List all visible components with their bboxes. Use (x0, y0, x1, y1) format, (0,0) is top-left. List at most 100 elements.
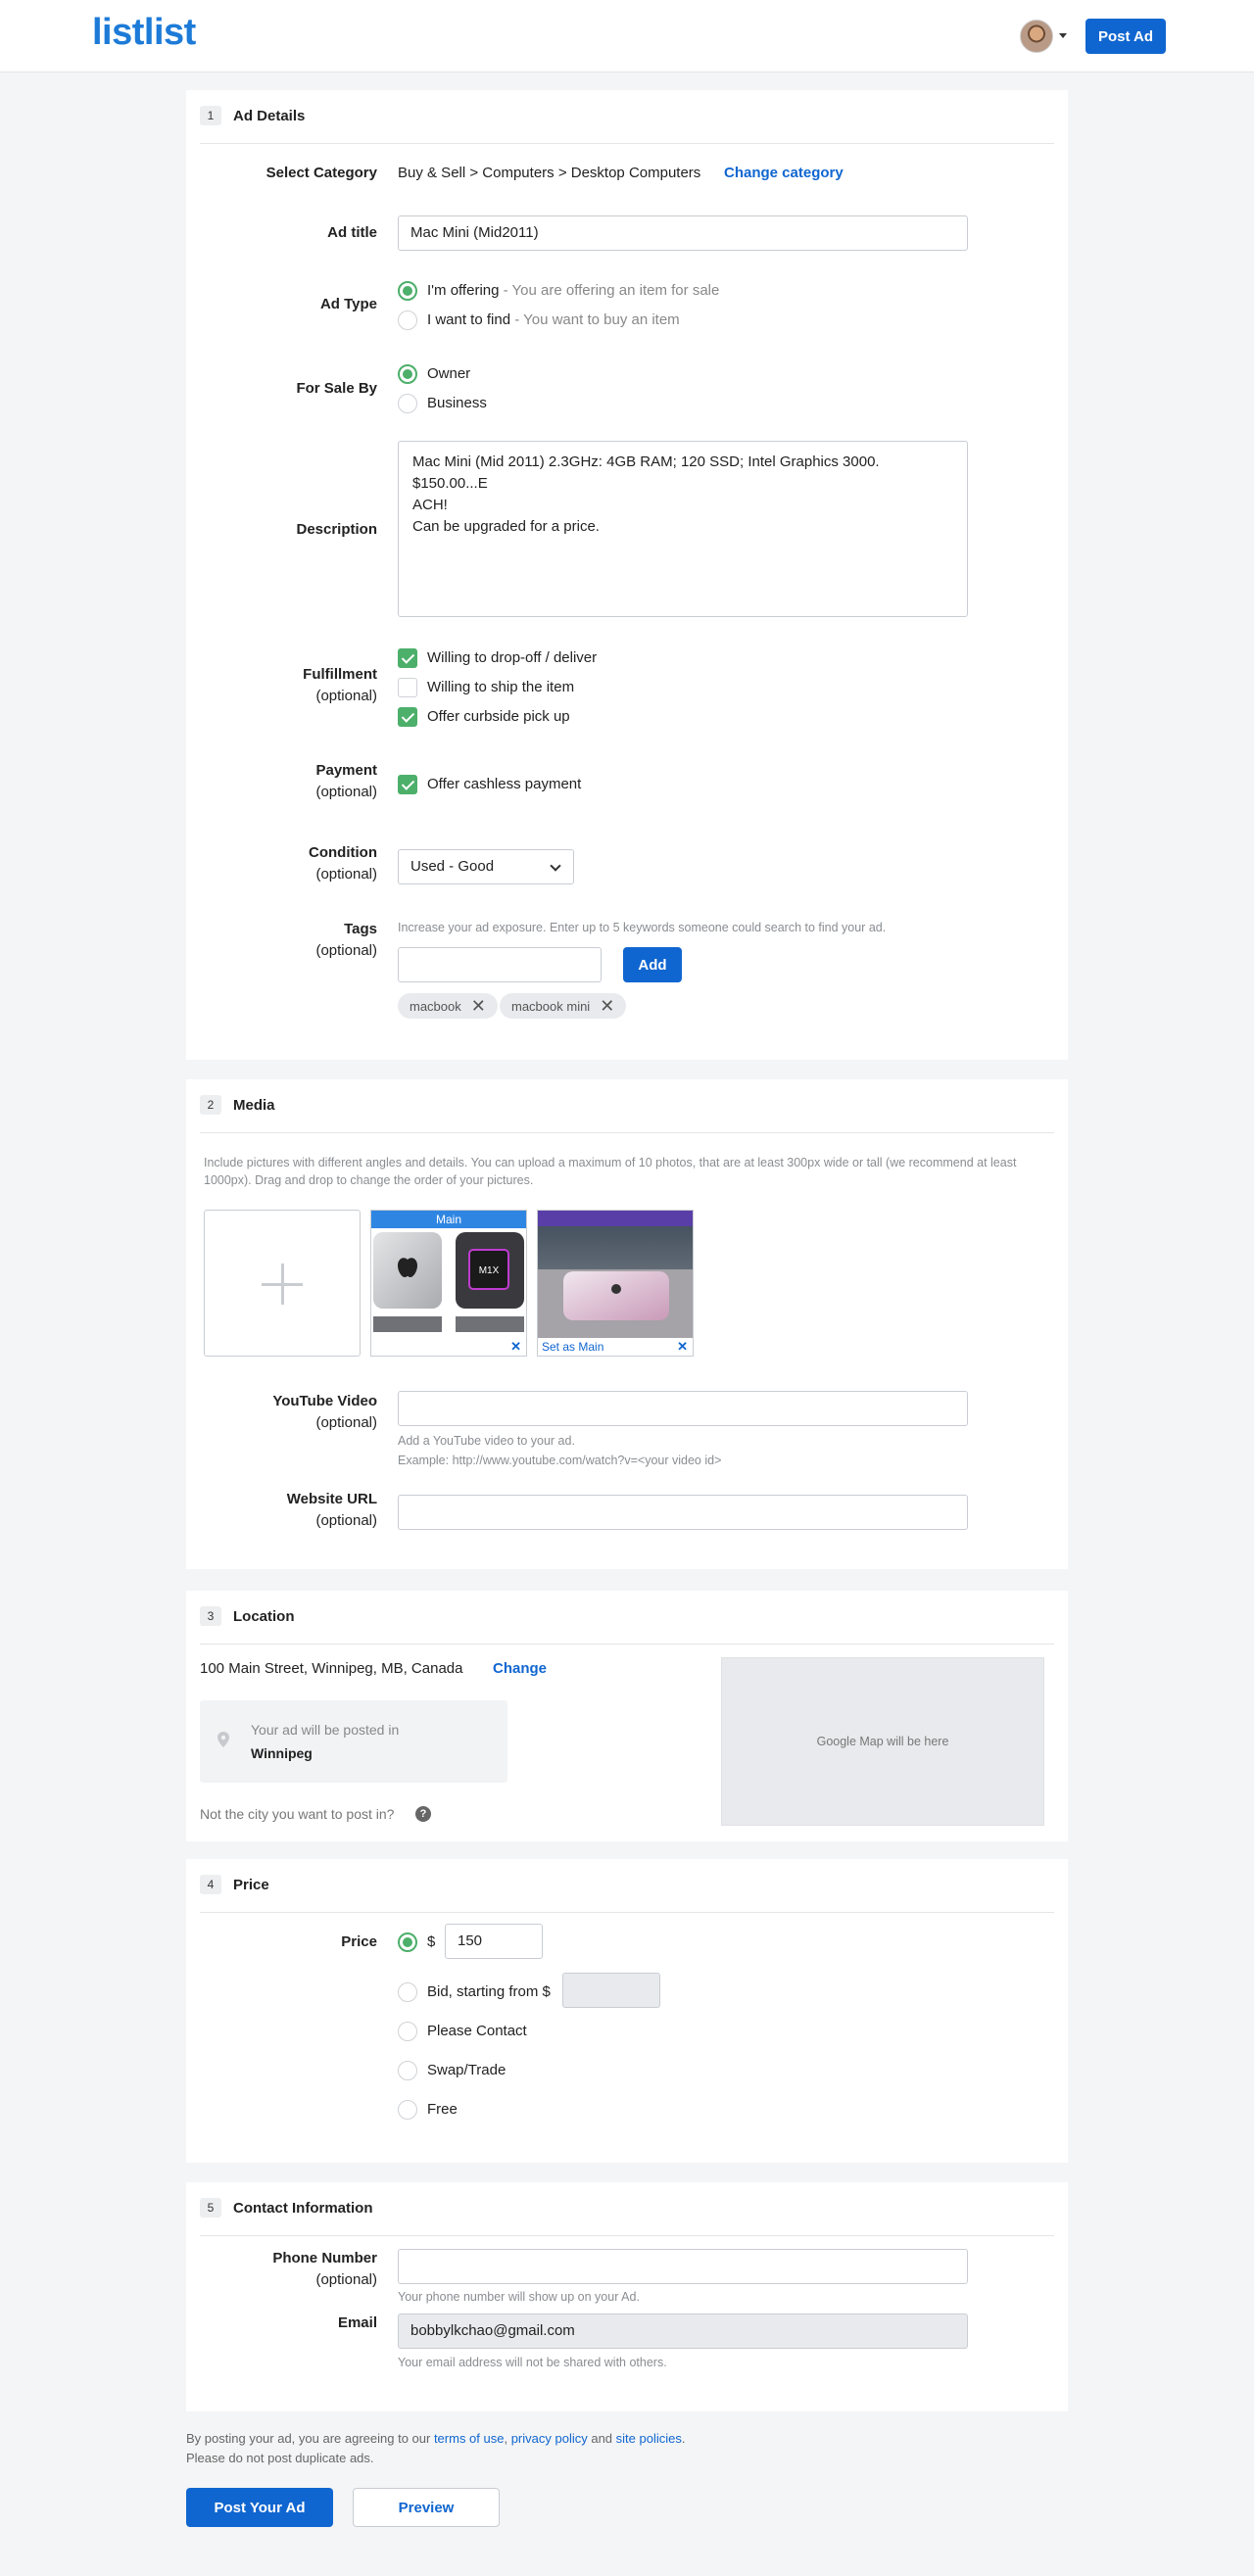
tags-input[interactable] (398, 947, 602, 982)
price-contact-radio[interactable] (398, 2022, 417, 2041)
condition-label: Condition (optional) (309, 844, 377, 883)
description-label: Description (296, 521, 377, 538)
price-free-option[interactable]: Free (427, 2100, 458, 2120)
mac-mini-desk-image (538, 1211, 693, 1338)
remove-photo-icon[interactable]: ✕ (510, 1339, 521, 1355)
tag-chip: macbook ✕ (398, 993, 498, 1019)
condition-select[interactable]: Used - Good (398, 849, 574, 884)
section-title: Price (233, 1876, 269, 1893)
help-icon[interactable]: ? (415, 1806, 431, 1822)
fulfillment-dropoff-checkbox[interactable] (398, 648, 417, 668)
post-ad-button[interactable]: Post Ad (1085, 19, 1166, 54)
remove-photo-icon[interactable]: ✕ (677, 1339, 688, 1355)
payment-label: Payment (optional) (315, 762, 377, 800)
price-contact-option[interactable]: Please Contact (427, 2022, 527, 2041)
price-swap-option[interactable]: Swap/Trade (427, 2061, 506, 2080)
user-avatar[interactable] (1020, 20, 1053, 53)
fulfillment-curbside-option[interactable]: Offer curbside pick up (427, 707, 570, 727)
payment-cashless-checkbox[interactable] (398, 775, 417, 794)
email-input[interactable]: bobbylkchao@gmail.com (398, 2314, 968, 2349)
add-tag-button[interactable]: Add (623, 947, 682, 982)
chip-label: M1X (479, 1265, 500, 1276)
ad-type-find-option[interactable]: I want to find - You want to buy an item (427, 310, 680, 330)
ad-details-section: 1 Ad Details Select Category Buy & Sell … (186, 90, 1068, 1060)
section-title: Contact Information (233, 2199, 373, 2217)
duplicate-note: Please do not post duplicate ads. (186, 2451, 374, 2465)
sale-by-business-option[interactable]: Business (427, 394, 487, 413)
category-value: Buy & Sell > Computers > Desktop Compute… (398, 165, 701, 181)
price-bid-radio[interactable] (398, 1982, 417, 2002)
photo-second[interactable]: Set as Main ✕ (537, 1210, 694, 1357)
sale-by-label: For Sale By (296, 380, 377, 397)
price-label: Price (341, 1933, 377, 1950)
post-your-ad-button[interactable]: Post Your Ad (186, 2488, 333, 2527)
main-label: Main (371, 1211, 526, 1228)
ad-type-offering-radio[interactable] (398, 281, 417, 301)
set-as-main-link[interactable]: Set as Main (538, 1338, 693, 1356)
chevron-down-icon (550, 860, 561, 872)
top-header: listlist Post Ad (0, 0, 1254, 72)
price-swap-radio[interactable] (398, 2061, 417, 2080)
sale-by-owner-option[interactable]: Owner (427, 364, 470, 384)
category-label: Select Category (265, 165, 377, 181)
map-placeholder: Google Map will be here (721, 1657, 1044, 1826)
tags-hint: Increase your ad exposure. Enter up to 5… (398, 921, 887, 934)
ad-type-offering-option[interactable]: I'm offering - You are offering an item … (427, 281, 719, 301)
map-pin-icon (217, 1732, 229, 1747)
terms-link[interactable]: terms of use (434, 2431, 505, 2446)
sale-by-business-radio[interactable] (398, 394, 417, 413)
ad-title-input[interactable]: Mac Mini (Mid2011) (398, 215, 968, 251)
divider (200, 1644, 1054, 1645)
youtube-example: Example: http://www.youtube.com/watch?v=… (398, 1454, 722, 1467)
preview-button[interactable]: Preview (353, 2488, 500, 2527)
divider (200, 1912, 1054, 1913)
sale-by-owner-radio[interactable] (398, 364, 417, 384)
ad-type-find-radio[interactable] (398, 310, 417, 330)
price-fixed-radio[interactable] (398, 1932, 417, 1952)
youtube-hint: Add a YouTube video to your ad. (398, 1434, 575, 1448)
posted-in-label: Your ad will be posted in (251, 1722, 400, 1738)
payment-cashless-option[interactable]: Offer cashless payment (427, 775, 581, 794)
close-icon[interactable]: ✕ (471, 997, 486, 1015)
price-bid-option[interactable]: Bid, starting from $ (427, 1982, 551, 2002)
section-number: 2 (200, 1095, 221, 1115)
email-hint: Your email address will not be shared wi… (398, 2356, 667, 2369)
price-free-radio[interactable] (398, 2100, 417, 2120)
phone-hint: Your phone number will show up on your A… (398, 2290, 640, 2304)
media-section: 2 Media Include pictures with different … (186, 1079, 1068, 1569)
divider (200, 1132, 1054, 1133)
site-logo[interactable]: listlist (92, 12, 196, 54)
bid-input[interactable] (562, 1973, 660, 2008)
fulfillment-ship-checkbox[interactable] (398, 678, 417, 697)
fulfillment-ship-option[interactable]: Willing to ship the item (427, 678, 574, 697)
section-title: Media (233, 1096, 275, 1114)
fulfillment-curbside-checkbox[interactable] (398, 707, 417, 727)
section-number: 5 (200, 2198, 221, 2218)
privacy-link[interactable]: privacy policy (511, 2431, 588, 2446)
contact-section: 5 Contact Information Phone Number (optio… (186, 2182, 1068, 2411)
youtube-input[interactable] (398, 1391, 968, 1426)
upload-photo-button[interactable] (204, 1210, 361, 1357)
currency-symbol: $ (427, 1933, 436, 1950)
not-city-text: Not the city you want to post in? (200, 1806, 395, 1822)
tag-chip: macbook mini ✕ (500, 993, 627, 1019)
price-input[interactable]: 150 (445, 1924, 543, 1959)
close-icon[interactable]: ✕ (600, 997, 614, 1015)
section-title: Ad Details (233, 107, 306, 124)
site-policies-link[interactable]: site policies (616, 2431, 682, 2446)
section-title: Location (233, 1607, 295, 1625)
photo-main[interactable]: Main M1X ✕ (370, 1210, 527, 1357)
phone-input[interactable] (398, 2249, 968, 2284)
mac-mini-image: M1X (371, 1228, 526, 1338)
location-address: 100 Main Street, Winnipeg, MB, Canada (200, 1660, 463, 1677)
fulfillment-dropoff-option[interactable]: Willing to drop-off / deliver (427, 648, 597, 668)
ad-title-label: Ad title (327, 224, 377, 241)
posted-city: Winnipeg (251, 1745, 313, 1761)
chevron-down-icon[interactable] (1059, 33, 1067, 38)
website-input[interactable] (398, 1495, 968, 1530)
terms-notice: By posting your ad, you are agreeing to … (186, 2431, 686, 2465)
description-textarea[interactable]: Mac Mini (Mid 2011) 2.3GHz: 4GB RAM; 120… (398, 441, 968, 617)
change-location-link[interactable]: Change (493, 1659, 547, 1679)
ad-type-label: Ad Type (319, 296, 377, 312)
change-category-link[interactable]: Change category (724, 163, 844, 184)
